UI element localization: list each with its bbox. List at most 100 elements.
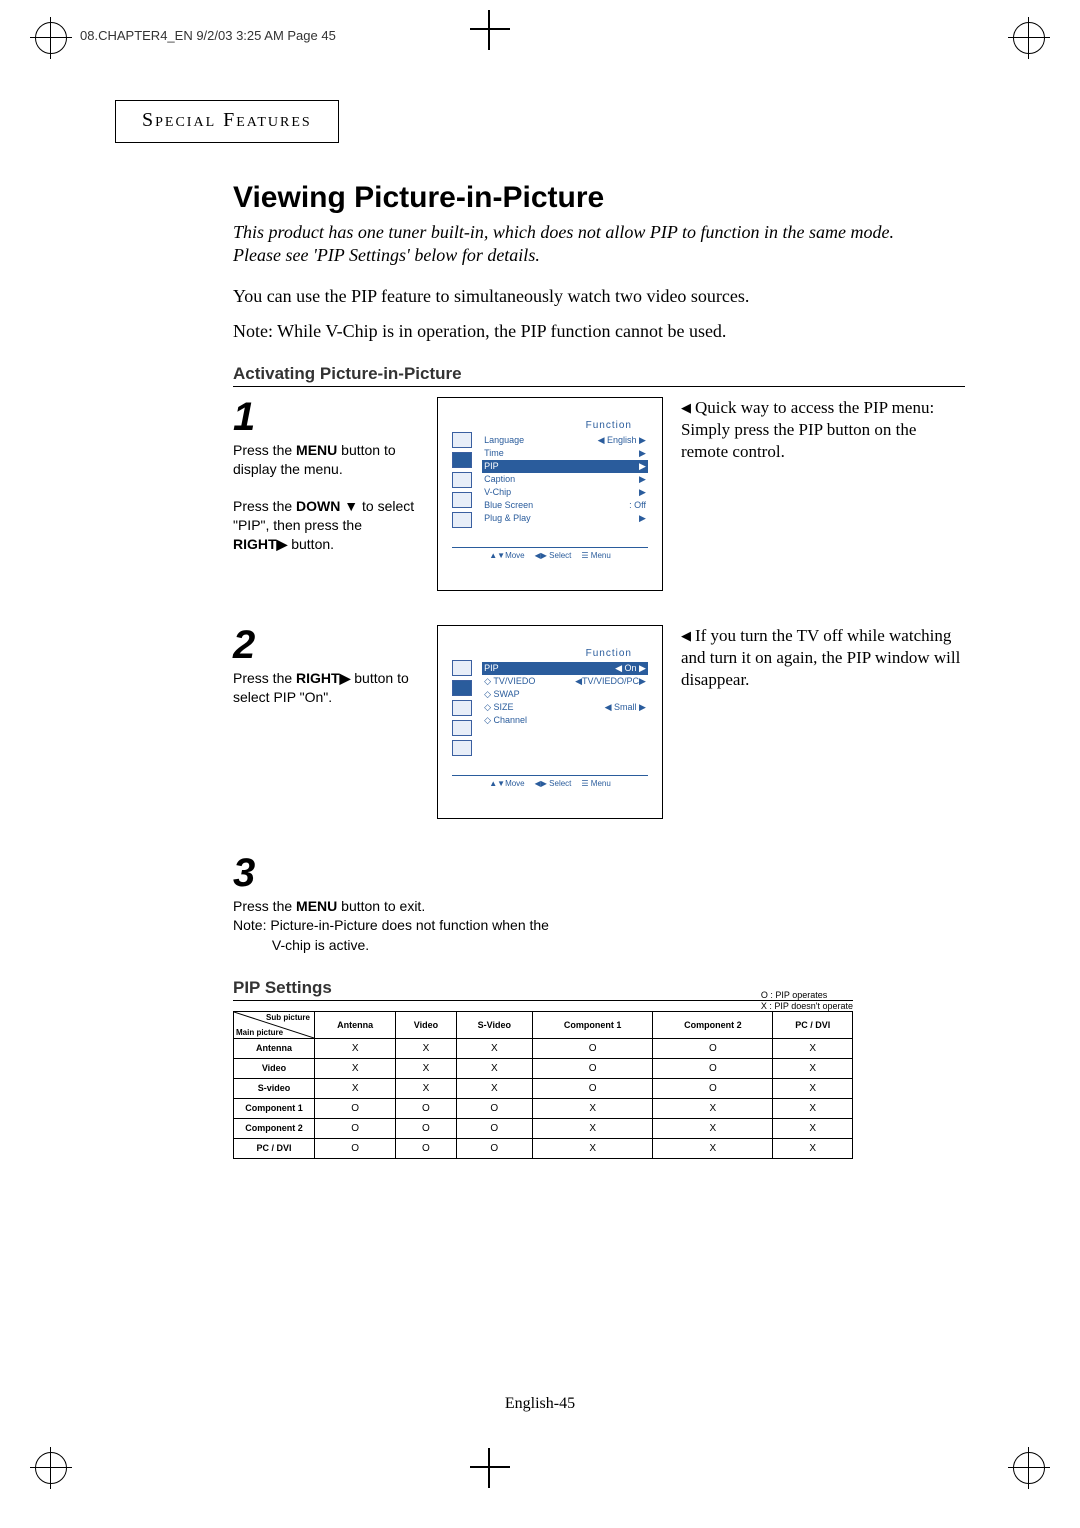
osd-icon — [452, 720, 472, 736]
osd-menu-row: Plug & Play▶ — [482, 512, 648, 525]
table-cell: X — [315, 1038, 396, 1058]
table-row: Component 1OOOXXX — [234, 1098, 853, 1118]
table-cell: O — [456, 1098, 533, 1118]
page-number: English-45 — [0, 1395, 1080, 1413]
table-cell: X — [773, 1118, 853, 1138]
table-col-header: Video — [396, 1011, 456, 1038]
table-cell: O — [315, 1118, 396, 1138]
osd-menu-row: Time▶ — [482, 447, 648, 460]
registration-marks-bottom — [0, 1448, 1080, 1498]
osd-icon — [452, 432, 472, 448]
tip-2: If you turn the TV off while watching an… — [681, 625, 965, 819]
subhead-activating: Activating Picture-in-Picture — [233, 364, 965, 387]
osd-sidebar-icons — [452, 660, 472, 756]
table-cell: X — [533, 1138, 653, 1158]
table-cell: X — [773, 1098, 853, 1118]
table-row-header: PC / DVI — [234, 1138, 315, 1158]
table-row: AntennaXXXOOX — [234, 1038, 853, 1058]
osd-menu-row: ◇ SWAP — [482, 688, 648, 701]
t: RIGHT▶ — [233, 536, 287, 552]
t: RIGHT▶ — [296, 670, 350, 686]
table-cell: X — [456, 1058, 533, 1078]
section-label: Special Features — [115, 100, 339, 143]
table-cell: O — [653, 1058, 773, 1078]
step-number: 2 — [233, 625, 419, 665]
pip-settings-table: Sub picture Main picture Antenna VideoS-V… — [233, 1011, 853, 1159]
table-row: VideoXXXOOX — [234, 1058, 853, 1078]
table-cell: X — [653, 1138, 773, 1158]
osd-icon — [452, 472, 472, 488]
osd-menu-row: Blue Screen: Off — [482, 499, 648, 512]
intro-italic: This product has one tuner built-in, whi… — [233, 221, 925, 268]
t: ▲▼Move — [489, 779, 524, 788]
table-cell: X — [456, 1038, 533, 1058]
table-col-header: Component 1 — [533, 1011, 653, 1038]
intro-line-2: Note: While V-Chip is in operation, the … — [233, 321, 925, 342]
pip-settings-section: PIP Settings O : PIP operates X : PIP do… — [233, 978, 853, 1159]
osd-icon — [452, 660, 472, 676]
step-3: 3 Press the MENU button to exit. Note: P… — [233, 853, 653, 956]
t: button to exit. — [337, 898, 425, 914]
table-col-header: Component 2 — [653, 1011, 773, 1038]
page-title: Viewing Picture-in-Picture — [233, 181, 965, 215]
osd-footer: ▲▼Move ◀▶ Select ☰ Menu — [452, 775, 648, 788]
manual-page: 08.CHAPTER4_EN 9/2/03 3:25 AM Page 45 Sp… — [0, 0, 1080, 1528]
legend-o: O : PIP operates — [761, 990, 853, 1002]
t: DOWN ▼ — [296, 498, 358, 514]
osd-menu-row: Language◀ English ▶ — [482, 434, 648, 447]
intro-line-1: You can use the PIP feature to simultane… — [233, 286, 925, 307]
table-col-header: PC / DVI — [773, 1011, 853, 1038]
osd-icon — [452, 492, 472, 508]
t: Press the — [233, 670, 296, 686]
tip-1: Quick way to access the PIP menu: Simply… — [681, 397, 965, 591]
table-cell: X — [533, 1098, 653, 1118]
table-cell: O — [315, 1098, 396, 1118]
table-row-header: Component 1 — [234, 1098, 315, 1118]
table-cell: O — [456, 1138, 533, 1158]
table-legend: O : PIP operates X : PIP doesn't operate — [761, 990, 853, 1013]
osd-menu-1: Language◀ English ▶Time▶PIP▶Caption▶V-Ch… — [482, 434, 648, 525]
osd-menu-row: PIP▶ — [482, 460, 648, 473]
table-cell: X — [653, 1118, 773, 1138]
osd-menu-row: V-Chip▶ — [482, 486, 648, 499]
osd-icon — [452, 740, 472, 756]
corner-main-label: Main picture — [236, 1028, 283, 1037]
t: ☰ Menu — [581, 779, 610, 788]
osd-sidebar-icons — [452, 432, 472, 528]
table-row: PC / DVIOOOXXX — [234, 1138, 853, 1158]
table-row-header: Component 2 — [234, 1118, 315, 1138]
table-row-header: S-video — [234, 1078, 315, 1098]
table-cell: O — [396, 1138, 456, 1158]
table-cell: X — [396, 1038, 456, 1058]
table-cell: X — [315, 1078, 396, 1098]
step-2-row: 2 Press the RIGHT▶ button to select PIP … — [233, 625, 965, 819]
osd-menu-2: PIP◀ On ▶◇ TV/VIEDO◀TV/VIEDO/PC▶◇ SWAP◇ … — [482, 662, 648, 727]
table-cell: X — [653, 1098, 773, 1118]
table-cell: X — [315, 1058, 396, 1078]
osd-menu-row: ◇ Channel — [482, 714, 648, 727]
table-col-header: S-Video — [456, 1011, 533, 1038]
osd-menu-row: PIP◀ On ▶ — [482, 662, 648, 675]
table-corner-cell: Sub picture Main picture — [234, 1011, 315, 1038]
table-cell: O — [456, 1118, 533, 1138]
table-cell: X — [773, 1138, 853, 1158]
osd-icon — [452, 700, 472, 716]
t: Press the — [233, 498, 296, 514]
page-content: Special Features Viewing Picture-in-Pict… — [115, 100, 965, 1159]
table-cell: O — [533, 1078, 653, 1098]
table-cell: X — [773, 1078, 853, 1098]
t: V-chip is active. — [233, 937, 369, 953]
osd-title: Function — [586, 648, 632, 659]
table-cell: X — [773, 1038, 853, 1058]
table-row-header: Antenna — [234, 1038, 315, 1058]
table-cell: O — [396, 1118, 456, 1138]
t: button. — [287, 536, 334, 552]
table-row: S-videoXXXOOX — [234, 1078, 853, 1098]
table-row: Component 2OOOXXX — [234, 1118, 853, 1138]
t: Press the — [233, 442, 296, 458]
table-cell: X — [456, 1078, 533, 1098]
t: ☰ Menu — [581, 551, 610, 560]
osd-menu-row: Caption▶ — [482, 473, 648, 486]
table-cell: O — [533, 1058, 653, 1078]
table-cell: X — [773, 1058, 853, 1078]
